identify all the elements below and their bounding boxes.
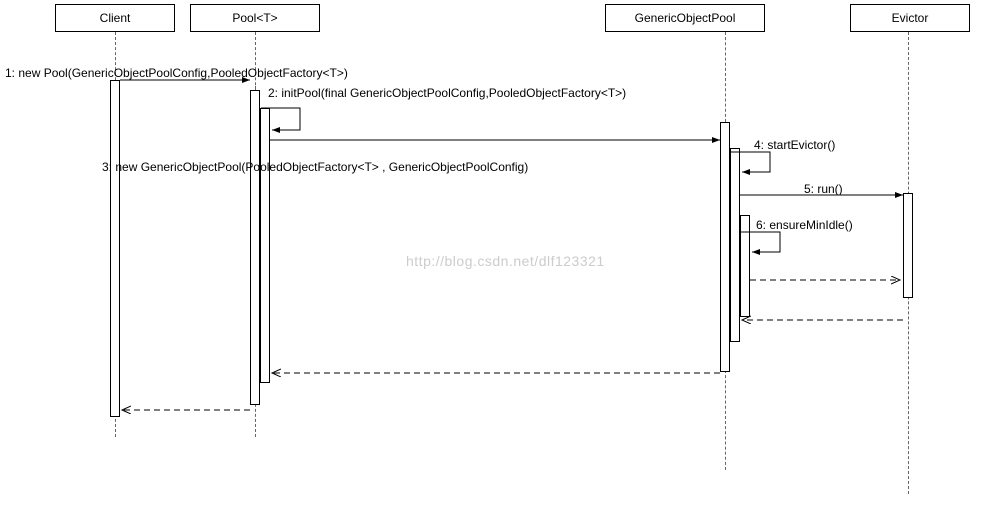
lifeline-gop-bot	[725, 370, 726, 470]
lifeline-gop-top	[725, 32, 726, 122]
activation-gop-inner2	[740, 215, 750, 317]
activation-pool-inner	[260, 108, 270, 383]
watermark: http://blog.csdn.net/dlf123321	[406, 253, 605, 269]
activation-pool-outer	[250, 90, 260, 405]
participant-pool: Pool<T>	[190, 4, 320, 32]
msg-3-label: 3: new GenericObjectPool(PooledObjectFac…	[102, 160, 528, 174]
activation-evictor	[903, 193, 913, 298]
msg-1-label: 1: new Pool(GenericObjectPoolConfig,Pool…	[5, 66, 348, 80]
msg-4-label: 4: startEvictor()	[754, 138, 835, 152]
activation-gop-outer	[720, 122, 730, 372]
msg-2-label: 2: initPool(final GenericObjectPoolConfi…	[268, 86, 626, 100]
participant-evictor: Evictor	[850, 4, 970, 32]
participant-client: Client	[55, 4, 175, 32]
activation-gop-inner	[730, 148, 740, 342]
msg-5-label: 5: run()	[804, 182, 843, 196]
participant-gop: GenericObjectPool	[605, 4, 765, 32]
msg-6-label: 6: ensureMinIdle()	[756, 218, 853, 232]
activation-client	[110, 80, 120, 417]
